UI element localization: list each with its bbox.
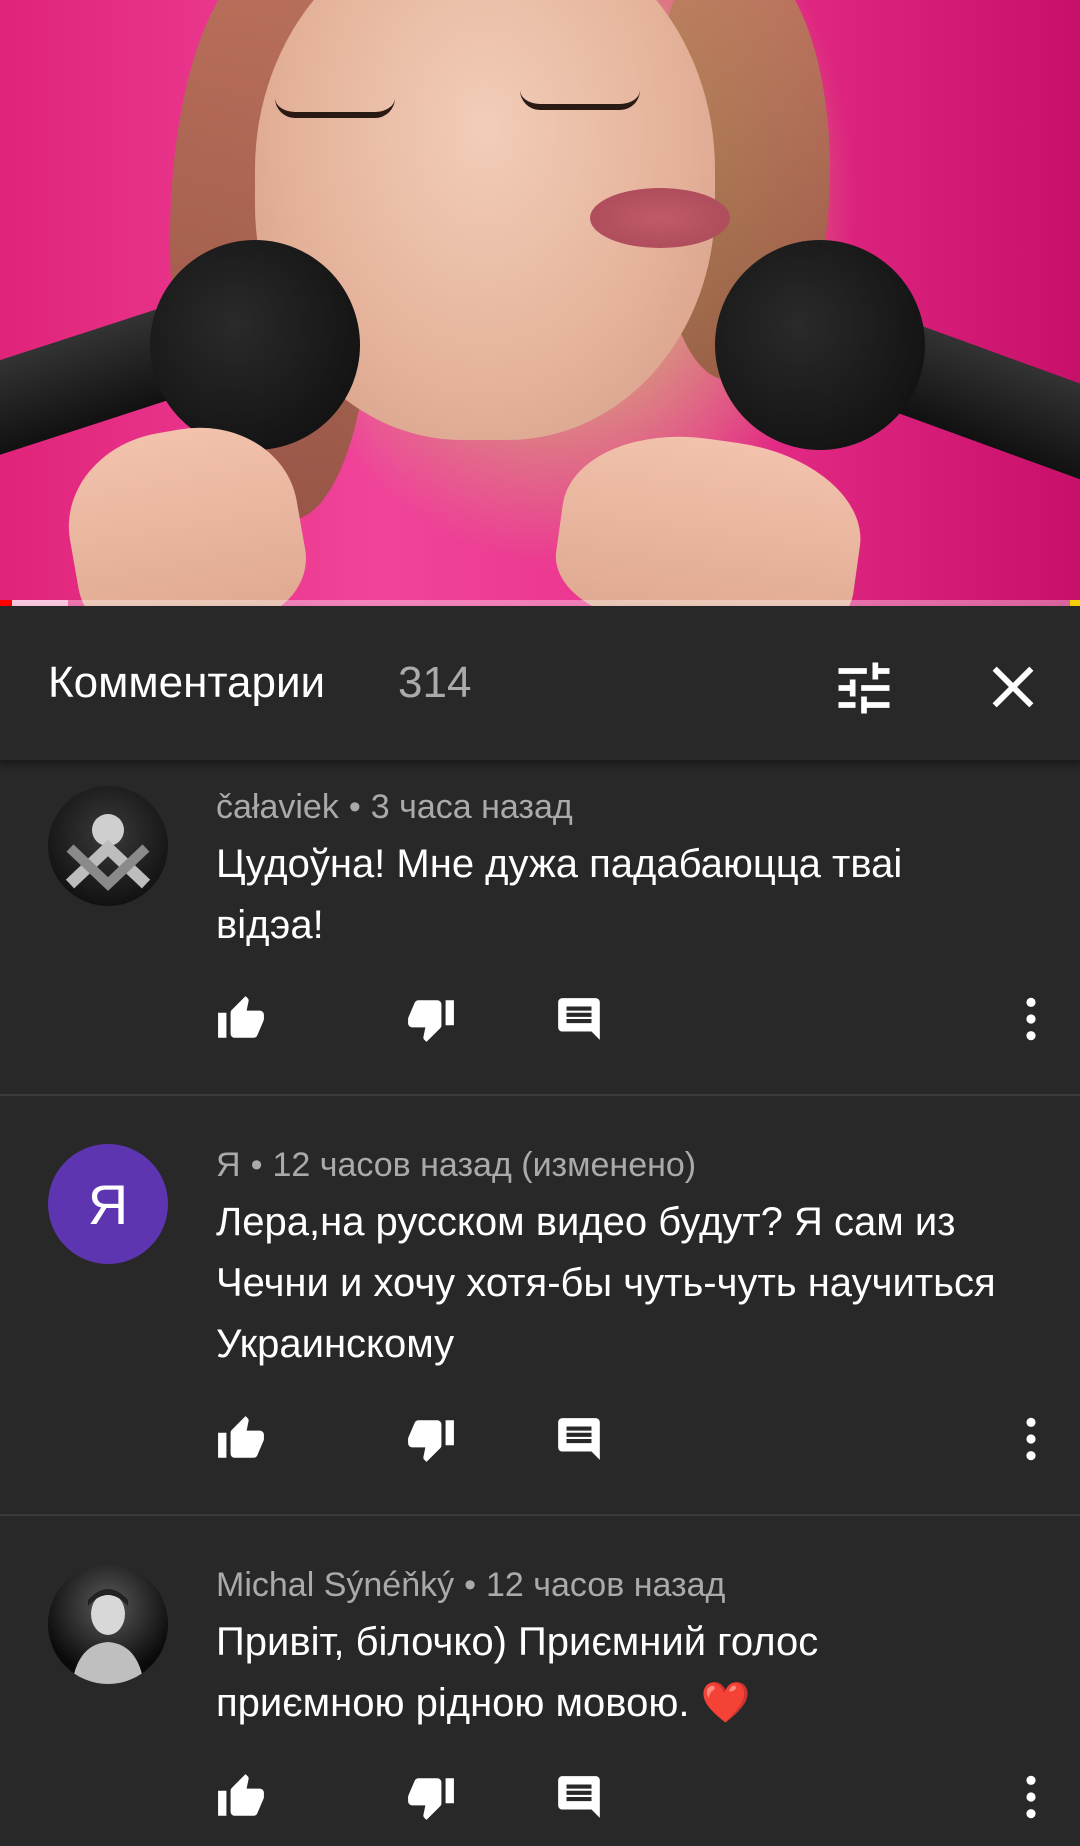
like-button[interactable]: [216, 1772, 266, 1822]
comment-meta: Я • 12 часов назад (изменено): [216, 1146, 697, 1184]
reply-button[interactable]: [554, 994, 604, 1044]
video-player[interactable]: [0, 0, 1080, 606]
more-vert-icon: [1026, 1417, 1036, 1461]
comment-text: Привіт, білочко) Приємний голос приємною…: [216, 1620, 819, 1725]
like-button[interactable]: [216, 1414, 266, 1464]
comment-time: 3 часа назад: [370, 788, 573, 826]
sort-button[interactable]: [830, 654, 898, 722]
comment-meta: čałaviek • 3 часа назад: [216, 788, 573, 826]
thumb-up-icon: [218, 996, 264, 1038]
comment-time: 12 часов назад (изменено): [272, 1146, 697, 1184]
comment-author[interactable]: Я: [216, 1146, 241, 1184]
video-frame-detail: [715, 240, 925, 450]
thumb-up-icon: [218, 1774, 264, 1816]
comment-actions: [216, 1414, 1056, 1474]
like-button[interactable]: [216, 994, 266, 1044]
thumb-up-icon: [218, 1416, 264, 1458]
avatar-image: [72, 1589, 144, 1684]
dislike-button[interactable]: [406, 1772, 456, 1822]
thumb-down-icon: [408, 1778, 454, 1820]
comment-author[interactable]: Michal Sýnéňký: [216, 1566, 454, 1604]
more-button[interactable]: [1016, 1414, 1046, 1464]
comment-item: Я Я • 12 часов назад (изменено) Лера,на ру…: [0, 1096, 1080, 1516]
reply-icon: [558, 1776, 600, 1818]
avatar[interactable]: [48, 786, 168, 906]
video-frame-detail: [150, 240, 360, 450]
comment-item: čałaviek • 3 часа назад Цудоўна! Мне дужа …: [0, 760, 1080, 1096]
avatar-letter: Я: [87, 1172, 129, 1236]
close-icon: [992, 666, 1034, 708]
avatar-image: [65, 814, 151, 891]
thumb-down-icon: [408, 1420, 454, 1462]
reply-button[interactable]: [554, 1414, 604, 1464]
comment-meta: Michal Sýnéňký • 12 часов назад: [216, 1566, 726, 1604]
more-vert-icon: [1026, 1775, 1036, 1819]
avatar[interactable]: Я: [48, 1144, 168, 1264]
avatar[interactable]: [48, 1564, 168, 1684]
comment-time: 12 часов назад: [486, 1566, 726, 1604]
comments-header: Комментарии 314: [0, 606, 1080, 761]
comment-author[interactable]: čałaviek: [216, 788, 339, 826]
comment-actions: [216, 994, 1056, 1054]
comment-actions: [216, 1772, 1056, 1832]
more-vert-icon: [1026, 997, 1036, 1041]
close-button[interactable]: [978, 652, 1048, 722]
comment-item: Michal Sýnéňký • 12 часов назад Привіт, бі…: [0, 1516, 1080, 1846]
more-button[interactable]: [1016, 1772, 1046, 1822]
reply-icon: [558, 998, 600, 1040]
sort-icon: [838, 662, 890, 714]
more-button[interactable]: [1016, 994, 1046, 1044]
comments-title: Комментарии: [48, 658, 326, 707]
dislike-button[interactable]: [406, 1414, 456, 1464]
reply-icon: [558, 1418, 600, 1460]
reply-button[interactable]: [554, 1772, 604, 1822]
comments-count: 314: [398, 658, 472, 707]
comment-text: Цудоўна! Мне дужа падабаюцца тваі відэа!: [216, 842, 903, 947]
dislike-button[interactable]: [406, 994, 456, 1044]
thumb-down-icon: [408, 1000, 454, 1042]
comment-text: Лера,на русском видео будут? Я сам из Че…: [216, 1200, 996, 1366]
